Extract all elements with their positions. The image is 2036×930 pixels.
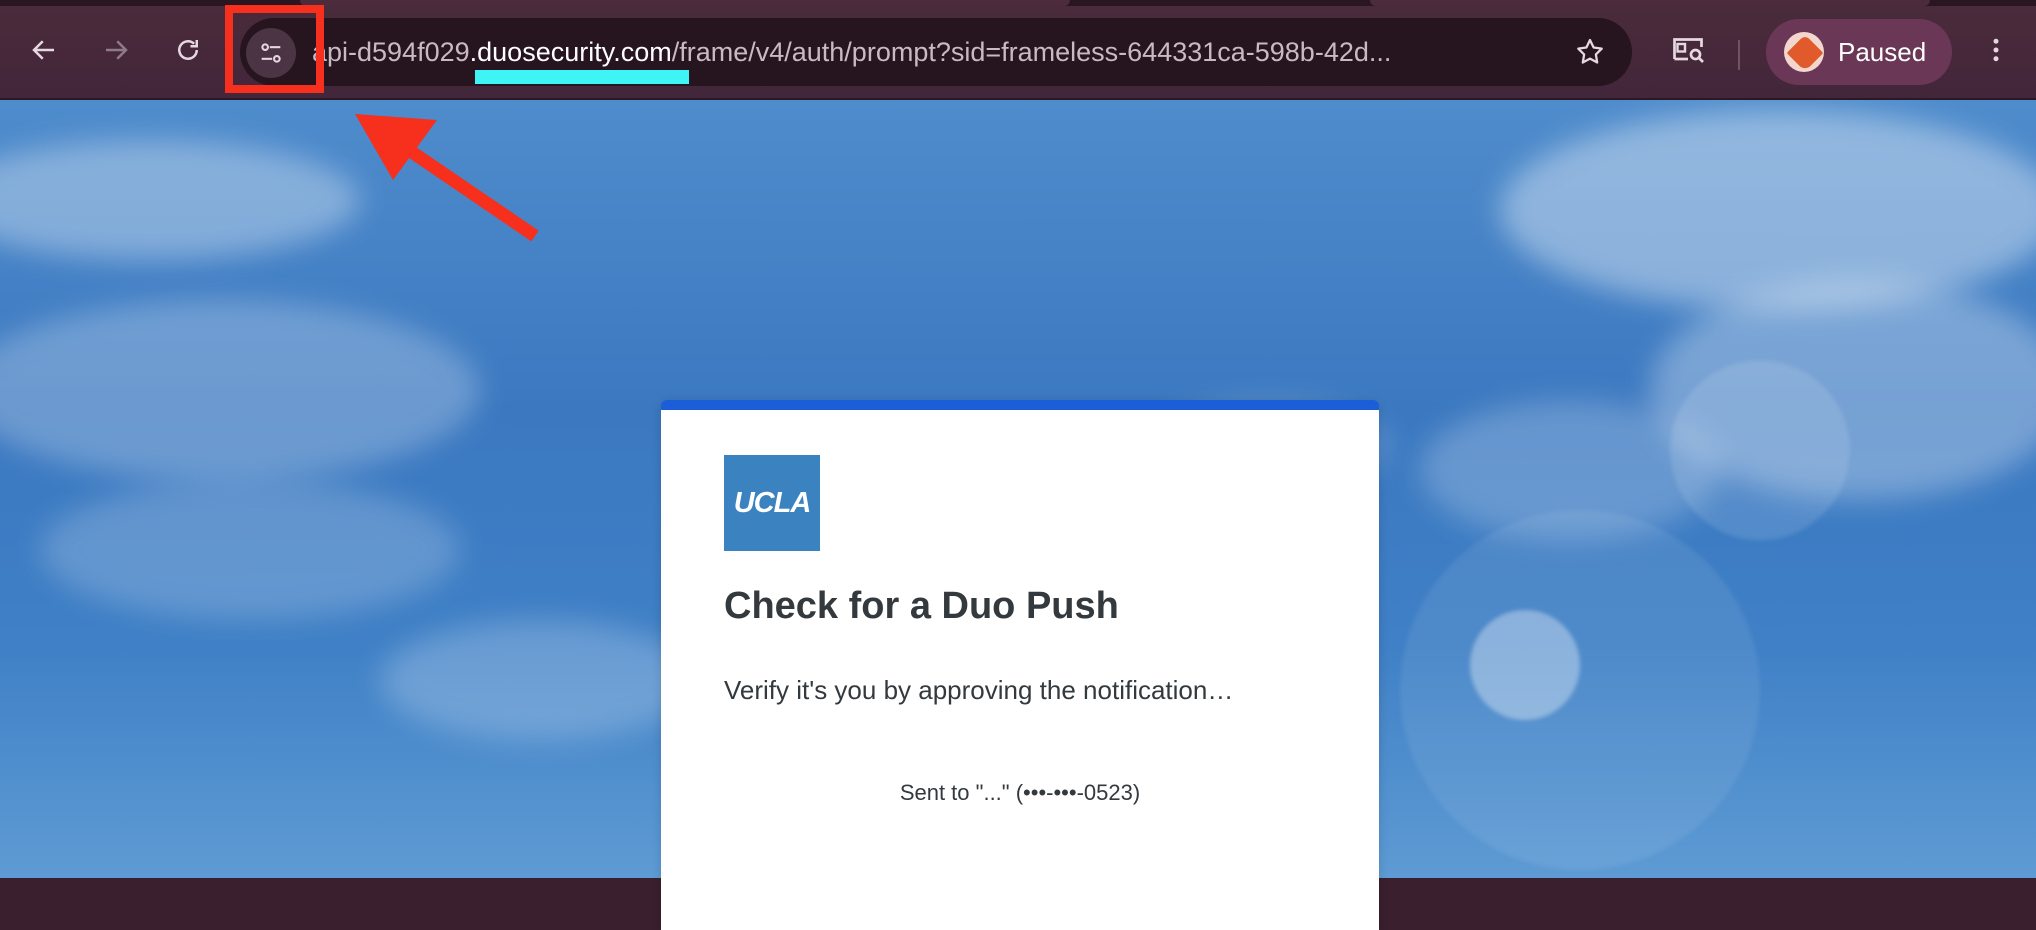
cloud [380, 620, 700, 740]
url-host: .duosecurity.com [469, 37, 672, 67]
avatar [1784, 32, 1824, 72]
address-bar[interactable]: api-d594f029.duosecurity.com/frame/v4/au… [240, 18, 1632, 86]
url-prefix: api-d594f029 [312, 37, 470, 67]
page-title: Check for a Duo Push [724, 585, 1119, 627]
back-button[interactable] [22, 28, 66, 72]
profile-status-label: Paused [1838, 36, 1927, 67]
cloud [40, 480, 460, 620]
reload-button[interactable] [166, 28, 210, 72]
reload-icon [178, 40, 198, 60]
lens-flare [1400, 510, 1760, 870]
arrow-right-icon [106, 40, 128, 60]
ucla-logo: UCLA [724, 455, 820, 551]
browser-menu-button[interactable] [1974, 28, 2018, 72]
lens-flare [1670, 360, 1850, 540]
cloud [1500, 110, 2036, 310]
device-info: Sent to "..." (•••-•••-0523) [899, 780, 1141, 805]
annotation-arrow-icon [355, 114, 539, 242]
cast-search-icon [1673, 38, 1704, 63]
url-path: /frame/v4/auth/prompt?sid=frameless-6443… [671, 37, 1392, 67]
star-icon [1577, 38, 1603, 64]
card-subtitle: Verify it's you by approving the notific… [724, 675, 1234, 705]
duo-auth-card: UCLA Check for a Duo Push Verify it's yo… [661, 400, 1379, 930]
bookmark-button[interactable] [1570, 32, 1610, 72]
toolbar-divider [1738, 40, 1740, 70]
logo-text: UCLA [733, 486, 812, 519]
profile-button[interactable]: Paused [1766, 19, 1952, 85]
annotation-host-underline [475, 70, 689, 84]
cloud [0, 300, 480, 480]
kebab-menu-icon [1993, 38, 1999, 62]
forward-button[interactable] [94, 28, 138, 72]
cloud [0, 140, 360, 260]
arrow-left-icon [32, 40, 54, 60]
annotation-highlight-box [225, 5, 324, 93]
cast-search-button[interactable] [1666, 28, 1710, 72]
